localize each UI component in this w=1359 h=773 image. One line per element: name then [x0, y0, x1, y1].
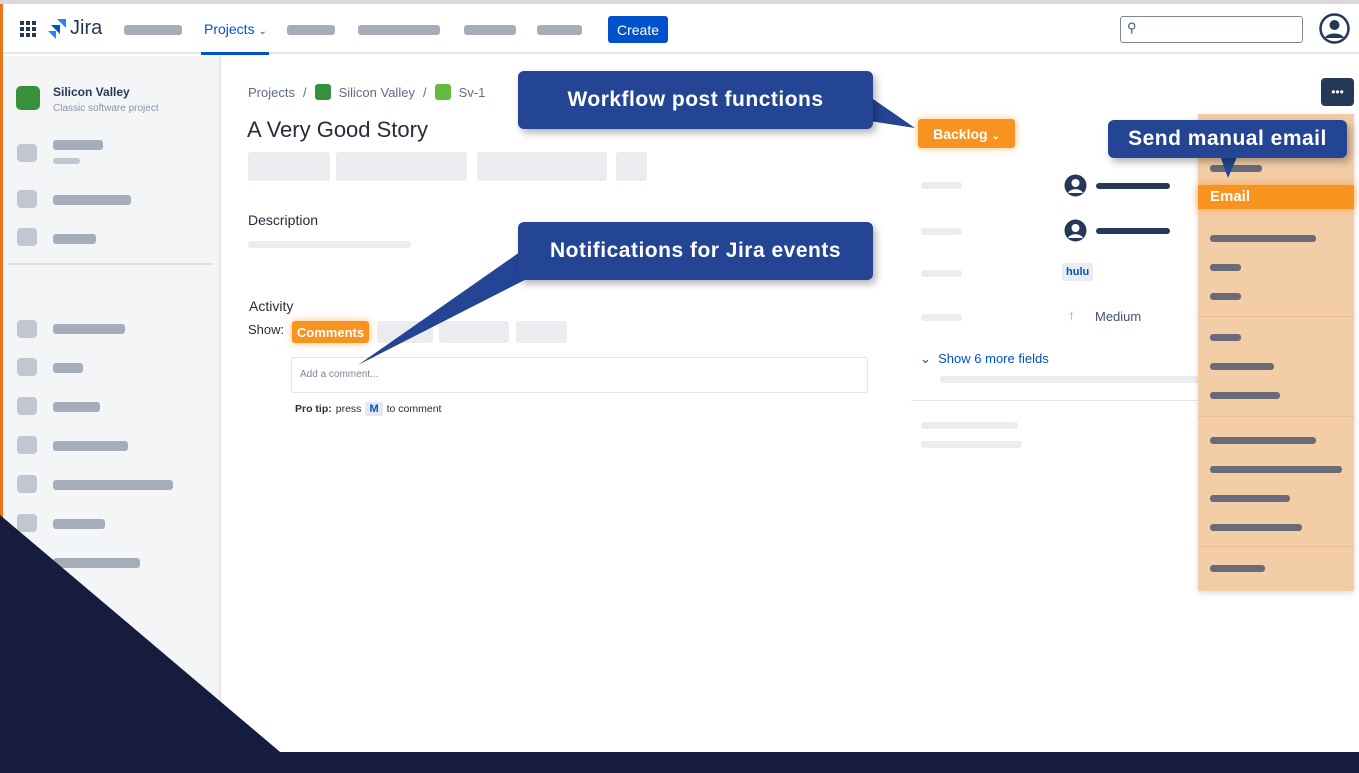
jira-logo-icon [48, 19, 66, 39]
breadcrumb-separator: / [302, 84, 307, 100]
chevron-down-icon: ⌄ [258, 26, 267, 37]
top-nav: Jira Projects ⌄ Create ⚲ [3, 4, 1359, 55]
project-name[interactable]: Silicon Valley [53, 85, 130, 99]
priority-value[interactable]: Medium [1095, 309, 1141, 324]
callout-send-manual-email: Send manual email [1108, 120, 1347, 158]
breadcrumb-project[interactable]: Silicon Valley [339, 85, 415, 100]
shortcut-key: M [365, 402, 383, 416]
breadcrumb-issue[interactable]: Sv-1 [459, 85, 486, 100]
nav-active-indicator [201, 52, 269, 55]
breadcrumb-separator: / [422, 84, 427, 100]
show-label: Show: [248, 322, 285, 337]
description-label: Description [248, 212, 319, 228]
breadcrumb: Projects / Silicon Valley / Sv-1 [248, 84, 485, 100]
search-icon: ⚲ [1127, 20, 1137, 35]
assignee-avatar-icon [1064, 174, 1087, 197]
priority-arrow-icon: ↑ [1068, 307, 1075, 323]
activity-label: Activity [249, 298, 294, 314]
user-avatar-icon[interactable] [1319, 13, 1350, 44]
sidebar: Silicon Valley Classic software project [3, 56, 221, 756]
comments-tab[interactable]: Comments [292, 321, 369, 343]
more-actions-button[interactable]: ••• [1321, 78, 1354, 106]
reporter-avatar-icon [1064, 219, 1087, 242]
label-tag[interactable]: hulu [1062, 263, 1094, 281]
project-icon [314, 84, 331, 100]
nav-projects[interactable]: Projects ⌄ [204, 21, 267, 37]
description-field[interactable] [248, 241, 411, 248]
create-button[interactable]: Create [608, 16, 668, 43]
status-dropdown[interactable]: Backlog ⌄ [918, 119, 1015, 148]
menu-item-email[interactable]: Email [1198, 185, 1354, 209]
more-actions-menu: Email [1198, 114, 1354, 591]
callout-workflow-post-functions: Workflow post functions [518, 71, 873, 129]
comment-input[interactable]: Add a comment... [291, 357, 868, 393]
project-avatar-icon [16, 86, 40, 110]
issue-title[interactable]: A Very Good Story [247, 117, 428, 143]
comment-placeholder: Add a comment... [300, 369, 379, 380]
callout-notifications: Notifications for Jira events [518, 222, 873, 280]
chevron-down-icon: ⌄ [991, 130, 1000, 142]
app-switcher-icon[interactable] [20, 21, 36, 37]
show-more-fields[interactable]: ⌄ Show 6 more fields [920, 351, 1049, 367]
chevron-down-icon: ⌄ [920, 351, 931, 366]
pro-tip: Pro tip: press M to comment [295, 402, 442, 416]
project-type: Classic software project [53, 103, 159, 114]
search-input[interactable]: ⚲ [1120, 16, 1303, 43]
issue-type-icon [434, 84, 451, 100]
jira-logo-text[interactable]: Jira [70, 17, 102, 40]
breadcrumb-projects[interactable]: Projects [248, 85, 295, 100]
